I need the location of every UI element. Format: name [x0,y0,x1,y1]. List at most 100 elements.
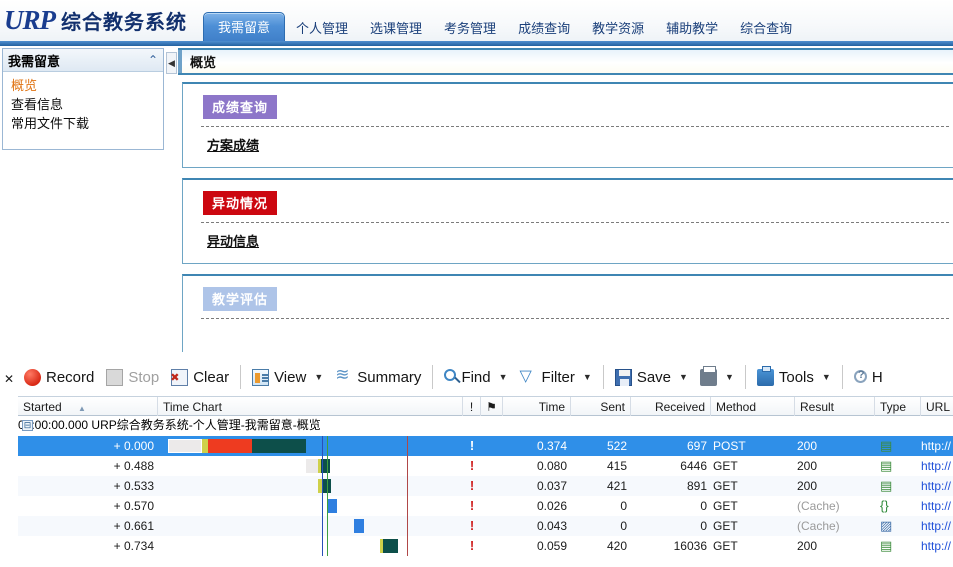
sidebar-item-gailan[interactable]: 概览 [11,76,163,95]
column-header-warning[interactable]: ! [463,397,481,417]
chevron-down-icon[interactable]: ▼ [581,372,598,382]
chevron-down-icon[interactable]: ▼ [312,372,329,382]
column-header-result[interactable]: Result [795,397,875,417]
breadcrumb-accent [178,50,182,73]
cell-url: http:// [921,479,952,493]
help-button[interactable]: H [848,362,889,392]
timing-marker-load [327,476,328,496]
sidebar-item-changyongwenjian[interactable]: 常用文件下载 [11,114,163,133]
chevron-down-icon[interactable]: ▼ [820,372,837,382]
clear-button[interactable]: Clear [165,362,235,392]
filter-button[interactable]: Filter [514,362,581,392]
timing-marker-dom [322,456,323,476]
panel-divider [201,222,949,223]
column-header-method[interactable]: Method [711,397,795,417]
cell-result: (Cache) [797,499,840,513]
cell-started: + 0.734 [113,539,154,553]
tab-geren-guanli[interactable]: 个人管理 [285,16,359,42]
cell-method: GET [713,459,738,473]
summary-button[interactable]: Summary [329,362,427,392]
time-chart-cell [158,496,463,516]
help-label: H [871,368,883,386]
tab-kaowu-guanli[interactable]: 考务管理 [433,16,507,42]
print-button[interactable] [694,362,723,392]
tab-fuzhu-jiaoxue[interactable]: 辅助教学 [655,16,729,42]
app-header: URP 综合教务系统 我需留意 个人管理 选课管理 考务管理 成绩查询 教学资源… [0,0,953,42]
timing-marker-dom [322,516,323,536]
app-body: 我需留意 ⌃ 概览 查看信息 常用文件下载 ◀ 概览 成绩查询 方案成绩 异动情… [0,46,953,352]
tab-chengji-chaxun[interactable]: 成绩查询 [507,16,581,42]
column-header-type[interactable]: Type [875,397,921,417]
panel-yidong-qingkuang: 异动情况 异动信息 [182,178,953,264]
sidebar-item-chakanxinxi[interactable]: 查看信息 [11,95,163,114]
doc-icon: ▤ [880,478,893,493]
cell-sent: 522 [606,439,627,453]
main-content-area: 概览 成绩查询 方案成绩 异动情况 异动信息 教学评估 [178,46,953,352]
cell-result: 200 [797,539,818,553]
column-header-received[interactable]: Received [631,397,711,417]
chevron-down-icon[interactable]: ▼ [497,372,514,382]
column-header-timechart[interactable]: Time Chart [158,397,463,417]
column-header-time[interactable]: Time [503,397,571,417]
column-header-started[interactable]: Started ▲ [18,397,158,417]
cell-url: http:// [921,499,952,513]
status-badge-jiaoxue: 教学评估 [203,287,278,311]
cell-warning: ! [469,538,475,553]
cell-url: http:// [921,519,952,533]
stop-button[interactable]: Stop [100,362,165,392]
view-button[interactable]: View [246,362,312,392]
session-group-row[interactable]: ⊟ 00:00:00.000 URP综合教务系统-个人管理-我需留意-概览 [18,416,953,436]
link-yidong-xinxi[interactable]: 异动信息 [207,231,259,250]
save-icon [614,368,632,386]
time-chart-cell [158,436,463,456]
column-header-sent[interactable]: Sent [571,397,631,417]
close-icon[interactable]: ✕ [2,370,16,388]
time-chart-cell [158,536,463,556]
table-row[interactable]: + 0.533 ! 0.037 421 891 GET 200 ▤ http:/… [18,476,953,496]
tools-button[interactable]: Tools [751,362,820,392]
group-collapse-icon[interactable]: ⊟ [22,420,33,431]
cell-sent: 415 [606,459,627,473]
sidebar-splitter-handle[interactable]: ◀ [166,52,177,74]
tab-zonghe-chaxun[interactable]: 综合查询 [729,16,803,42]
filter-label: Filter [541,368,575,386]
save-button[interactable]: Save [609,362,677,392]
status-badge-yidong: 异动情况 [203,191,278,215]
tools-label: Tools [778,368,814,386]
timing-marker-dom [322,436,323,456]
chevron-down-icon[interactable]: ▼ [677,372,694,382]
sidebar-header[interactable]: 我需留意 ⌃ [3,49,163,72]
table-row[interactable]: + 0.488 ! 0.080 415 6446 GET 200 ▤ http:… [18,456,953,476]
toolbar-divider [240,365,242,389]
table-row[interactable]: + 0.734 ! 0.059 420 16036 GET 200 ▤ http… [18,536,953,556]
record-button[interactable]: Record [18,362,100,392]
chevron-up-icon[interactable]: ⌃ [148,53,158,67]
cell-method: GET [713,479,738,493]
cell-warning: ! [469,478,475,493]
timing-segment-send [208,439,252,453]
find-button[interactable]: Find [438,362,496,392]
breadcrumb: 概览 [178,48,953,75]
column-header-url[interactable]: URL [921,397,953,417]
view-icon [252,368,270,386]
record-icon [24,368,41,386]
sidebar-panel: 我需留意 ⌃ 概览 查看信息 常用文件下载 [2,48,164,150]
table-row[interactable]: + 0.570 ! 0.026 0 0 GET (Cache) {} http:… [18,496,953,516]
tab-xuanke-guanli[interactable]: 选课管理 [359,16,433,42]
cell-method: GET [713,539,738,553]
debugger-toolbar: Record Stop Clear View ▼ Summary Find ▼ … [18,358,953,396]
tab-jiaoxue-ziyuan[interactable]: 教学资源 [581,16,655,42]
table-row[interactable]: + 0.000 ! 0.374 522 697 POST 200 ▤ http:… [18,436,953,456]
link-fangan-chengji[interactable]: 方案成绩 [207,135,259,154]
timing-marker-load [327,436,328,456]
cell-received: 0 [700,519,707,533]
chevron-down-icon[interactable]: ▼ [723,372,740,382]
doc-icon: ▤ [880,458,893,473]
panel-chengji-chaxun: 成绩查询 方案成绩 [182,82,953,168]
tab-wo-xu-liu-yi[interactable]: 我需留意 [203,12,286,42]
find-icon [444,369,457,381]
timing-marker-end [407,456,408,476]
table-row[interactable]: + 0.661 ! 0.043 0 0 GET (Cache) ▨ http:/… [18,516,953,536]
column-header-flag[interactable]: ⚑ [481,397,503,417]
cell-received: 16036 [673,539,707,553]
